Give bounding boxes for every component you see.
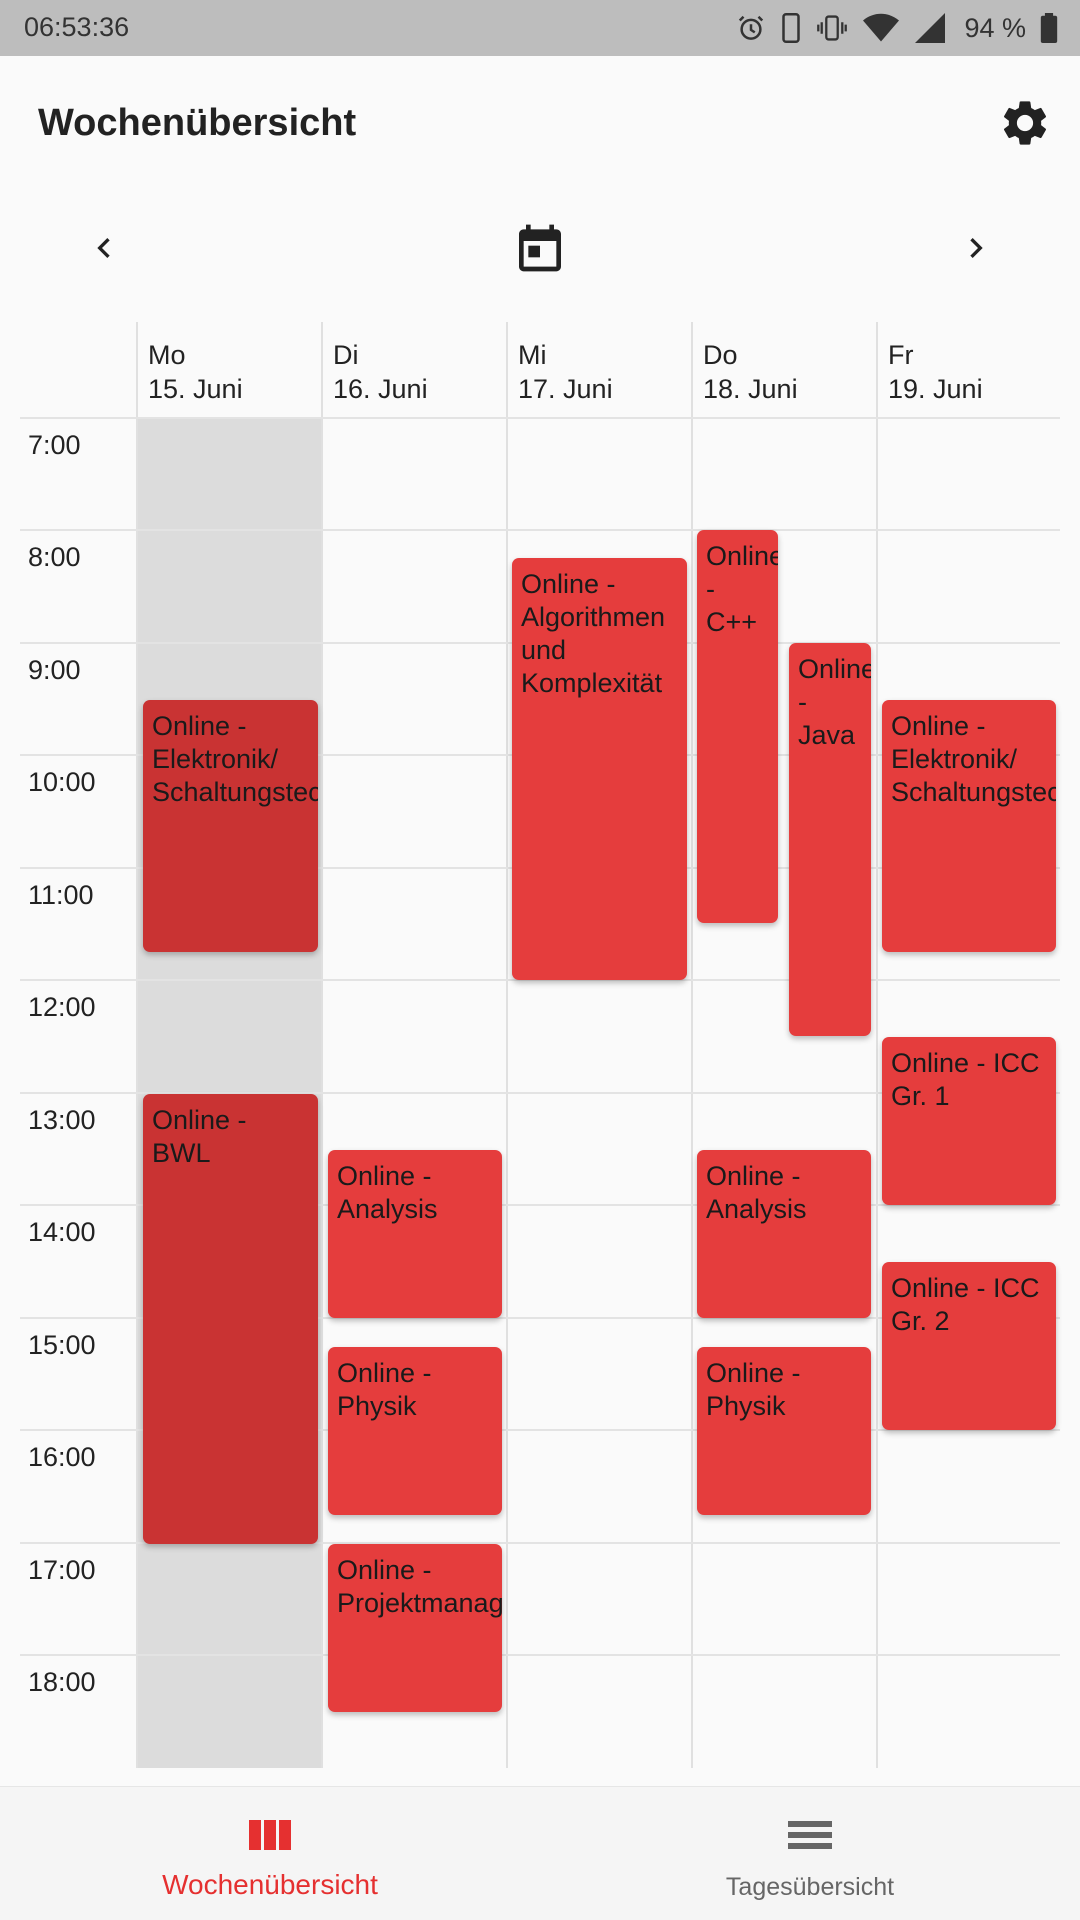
event-card[interactable]: Online - Analysis (328, 1150, 502, 1318)
bottom-navigation: Wochenübersicht Tagesübersicht (0, 1786, 1080, 1920)
status-bar: 06:53:36 94 % (0, 0, 1080, 56)
gear-icon (1003, 101, 1047, 145)
hour-label: 13:00 (28, 1105, 96, 1135)
day-date: 19. Juni (888, 374, 983, 404)
grid-divider (321, 322, 323, 1768)
tab-label: Wochenübersicht (162, 1869, 378, 1900)
event-card[interactable]: Online - C++ (697, 530, 778, 923)
battery-icon (1040, 13, 1058, 43)
app-bar: Wochenübersicht (0, 56, 1080, 191)
previous-week-button[interactable] (76, 220, 132, 276)
tab-label: Tagesübersicht (725, 1873, 895, 1901)
hour-label: 17:00 (28, 1555, 96, 1585)
phone-outline-icon (782, 13, 801, 43)
next-week-button[interactable] (948, 220, 1004, 276)
day-header-friday: Fr 19. Juni (878, 338, 983, 424)
day-weekday: Fr (888, 340, 914, 370)
tab-wochenuebersicht[interactable]: Wochenübersicht (0, 1787, 540, 1920)
day-weekday: Di (333, 340, 359, 370)
day-weekday: Mo (148, 340, 186, 370)
event-card[interactable]: Online - Elektronik/ Schaltungstechnik (143, 700, 318, 952)
settings-button[interactable] (998, 96, 1052, 150)
event-card[interactable]: Online - Physik (328, 1347, 502, 1515)
chevron-left-icon (97, 238, 110, 258)
week-columns-icon (249, 1820, 291, 1850)
tab-tagesuebersicht[interactable]: Tagesübersicht (540, 1787, 1080, 1920)
status-time: 06:53:36 (24, 12, 130, 42)
week-navigation (0, 210, 1080, 286)
event-card[interactable]: Online - Algorithmen und Komplexität (512, 558, 687, 980)
day-date: 17. Juni (518, 374, 613, 404)
event-card[interactable]: Online - Java (789, 643, 871, 1036)
hour-label: 9:00 (28, 655, 81, 685)
day-list-icon (788, 1821, 832, 1849)
day-date: 16. Juni (333, 374, 428, 404)
event-card[interactable]: Online - Analysis (697, 1150, 871, 1318)
grid-divider (876, 322, 878, 1768)
day-header-wednesday: Mi 17. Juni (508, 338, 613, 424)
hour-label: 11:00 (28, 880, 94, 910)
grid-divider (506, 322, 508, 1768)
event-card[interactable]: Online - ICC Gr. 2 (882, 1262, 1056, 1430)
calendar-icon (519, 224, 561, 272)
event-card[interactable]: Online - Elektronik/ Schaltungstechnik (882, 700, 1056, 952)
day-weekday: Mi (518, 340, 547, 370)
grid-line (20, 417, 1060, 419)
day-header-tuesday: Di 16. Juni (323, 338, 428, 424)
event-card[interactable]: Online - Projektmanagement (328, 1544, 502, 1712)
event-card[interactable]: Online - BWL (143, 1094, 318, 1544)
day-date: 15. Juni (148, 374, 243, 404)
hour-label: 15:00 (28, 1330, 96, 1360)
page-title: Wochenübersicht (38, 102, 357, 144)
vibrate-icon (817, 15, 848, 41)
hour-label: 12:00 (28, 992, 96, 1022)
chevron-right-icon (970, 238, 983, 258)
day-header-thursday: Do 18. Juni (693, 338, 798, 424)
grid-line (20, 529, 1060, 531)
day-header-monday: Mo 15. Juni (138, 338, 243, 424)
day-date: 18. Juni (703, 374, 798, 404)
signal-icon (915, 13, 946, 43)
alarm-icon (739, 15, 764, 40)
event-card[interactable]: Online - Physik (697, 1347, 871, 1515)
hour-label: 14:00 (28, 1217, 96, 1247)
hour-label: 18:00 (28, 1667, 96, 1697)
hour-label: 8:00 (28, 542, 81, 572)
hour-label: 7:00 (28, 430, 81, 460)
hour-label: 16:00 (28, 1442, 96, 1472)
hour-label: 10:00 (28, 767, 96, 797)
battery-percent: 94 % (964, 12, 1026, 43)
event-card[interactable]: Online - ICC Gr. 1 (882, 1037, 1056, 1205)
timetable-grid: Mo 15. Juni Di 16. Juni Mi 17. Juni Do 1… (0, 322, 1080, 1768)
grid-divider (136, 322, 138, 1768)
grid-divider (691, 322, 693, 1768)
grid-line (20, 1654, 1060, 1656)
day-weekday: Do (703, 340, 738, 370)
calendar-button[interactable] (512, 220, 568, 276)
wifi-icon (863, 13, 900, 42)
